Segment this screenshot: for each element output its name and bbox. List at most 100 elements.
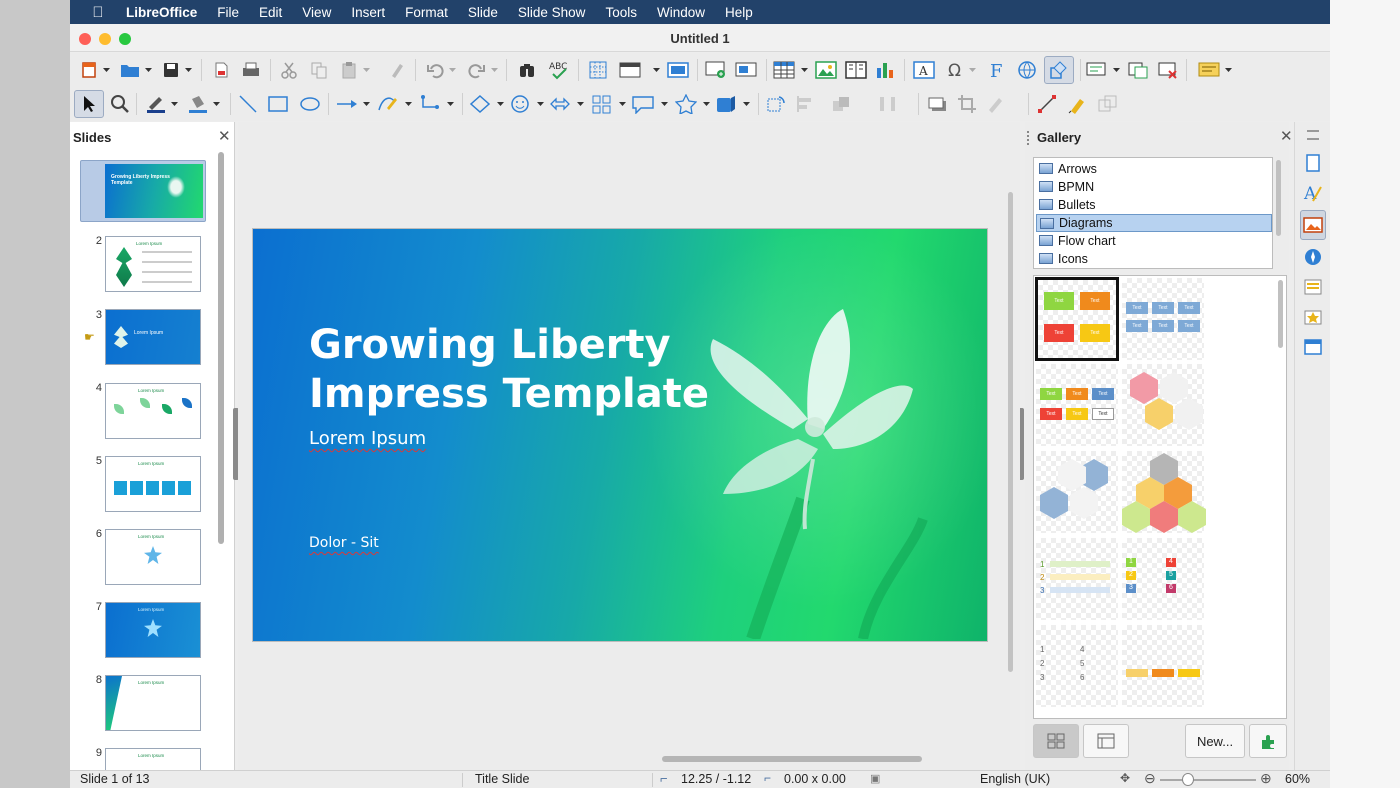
align-objects-icon[interactable]	[794, 91, 818, 117]
gallery-item-numbered-list-a[interactable]: 1 2 3	[1036, 538, 1118, 620]
theme-bullets[interactable]: Bullets	[1036, 196, 1272, 214]
slide-thumbnail-8[interactable]: Lorem Ipsum	[105, 675, 201, 731]
insert-chart-icon[interactable]	[874, 57, 898, 83]
special-character-icon[interactable]: Ω	[944, 57, 968, 83]
menu-window[interactable]: Window	[657, 5, 705, 20]
gallery-item-colored-row[interactable]: Text Text Text Text Text Text	[1036, 364, 1118, 446]
menu-tools[interactable]: Tools	[605, 5, 637, 20]
animation-icon[interactable]	[1300, 304, 1326, 330]
theme-diagrams-selected[interactable]: Diagrams	[1036, 214, 1272, 232]
slide-thumbnail-3[interactable]: Lorem Ipsum	[105, 309, 201, 365]
rectangle-tool-icon[interactable]	[266, 91, 290, 117]
display-grid-icon[interactable]	[586, 57, 610, 83]
fit-slide-icon[interactable]: ✥	[1120, 771, 1130, 785]
slide-layout-status[interactable]: Title Slide	[475, 772, 529, 786]
properties-icon[interactable]	[1300, 150, 1326, 176]
annotation-dropdown-icon[interactable]	[1224, 57, 1232, 83]
shadow-icon[interactable]	[926, 91, 950, 117]
zoom-in-icon[interactable]: ⊕	[1260, 770, 1272, 787]
gallery-items-scrollbar[interactable]	[1278, 280, 1283, 348]
arrow-line-dropdown-icon[interactable]	[362, 91, 370, 117]
slide-thumbnail-7[interactable]: Lorem Ipsum	[105, 602, 201, 658]
save-dropdown-icon[interactable]	[184, 57, 192, 83]
ellipse-tool-icon[interactable]	[298, 91, 322, 117]
comment-icon[interactable]	[1084, 57, 1108, 83]
theme-flow-chart[interactable]: Flow chart	[1036, 232, 1272, 250]
export-pdf-icon[interactable]	[210, 57, 232, 83]
apple-icon[interactable]: 	[70, 4, 126, 21]
gallery-item-colored-labels[interactable]	[1122, 625, 1204, 707]
slide-subtitle[interactable]: Lorem Ipsum	[309, 428, 426, 449]
block-arrows-dropdown-icon[interactable]	[576, 91, 584, 117]
new-dropdown-icon[interactable]	[102, 57, 110, 83]
undo-icon[interactable]	[424, 57, 446, 83]
special-character-dropdown-icon[interactable]	[968, 57, 976, 83]
slide-thumbnail-9[interactable]: Lorem Ipsum	[105, 748, 201, 770]
slide-thumbnail-4[interactable]: Lorem Ipsum	[105, 383, 201, 439]
editor-vertical-scrollbar[interactable]	[1008, 192, 1013, 672]
crop-icon[interactable]	[956, 91, 980, 117]
block-arrows-icon[interactable]	[548, 91, 572, 117]
gallery-item-blue-grid[interactable]: Text Text Text Text Text Text	[1122, 278, 1204, 360]
save-icon[interactable]	[160, 57, 182, 83]
zoom-percentage[interactable]: 60%	[1285, 772, 1310, 786]
slide-footer-text[interactable]: Dolor - Sit	[309, 535, 379, 551]
find-replace-icon[interactable]	[516, 57, 538, 83]
gallery-item-hexagon-cluster[interactable]	[1122, 451, 1206, 533]
slide-title[interactable]: Growing Liberty Impress Template	[309, 321, 829, 419]
gallery-item-hexagons[interactable]	[1122, 364, 1204, 446]
callout-dropdown-icon[interactable]	[660, 91, 668, 117]
callout-shapes-icon[interactable]	[630, 91, 656, 117]
app-menu[interactable]: LibreOffice	[126, 5, 197, 20]
symbol-shapes-icon[interactable]	[508, 91, 532, 117]
new-theme-button[interactable]: New...	[1185, 724, 1245, 758]
paste-icon[interactable]	[338, 57, 360, 83]
extensions-button[interactable]	[1249, 724, 1287, 758]
slides-pane-scrollbar[interactable]	[218, 152, 224, 544]
delete-comment-icon[interactable]	[1156, 57, 1180, 83]
slide-thumbnail-6[interactable]: Lorem Ipsum	[105, 529, 201, 585]
annotation-icon[interactable]	[1196, 57, 1222, 83]
table-dropdown-icon[interactable]	[800, 57, 808, 83]
insert-image-icon[interactable]	[814, 57, 838, 83]
undo-dropdown-icon[interactable]	[448, 57, 456, 83]
cut-icon[interactable]	[278, 57, 300, 83]
zoom-slider-thumb[interactable]	[1182, 773, 1194, 786]
editor-horizontal-scrollbar[interactable]	[662, 756, 922, 762]
document-modified-icon[interactable]: ▣	[870, 772, 880, 785]
slide-canvas[interactable]: Growing Liberty Impress Template Lorem I…	[252, 228, 988, 642]
text-box-icon[interactable]: A	[912, 57, 936, 83]
gallery-item-blue-hexagons[interactable]	[1036, 451, 1118, 533]
print-icon[interactable]	[240, 57, 262, 83]
points-edit-icon[interactable]	[1036, 91, 1060, 117]
zoom-pan-icon[interactable]	[108, 91, 132, 117]
zoom-slider-track[interactable]	[1160, 779, 1256, 781]
redo-dropdown-icon[interactable]	[490, 57, 498, 83]
toggle-extrusion-icon[interactable]	[1096, 91, 1120, 117]
comment-dropdown-icon[interactable]	[1112, 57, 1120, 83]
distribute-icon[interactable]	[876, 91, 900, 117]
fontwork-icon[interactable]: F	[984, 57, 1008, 83]
menu-help[interactable]: Help	[725, 5, 753, 20]
gallery-tab-icon[interactable]	[1300, 210, 1326, 240]
menu-slide-show[interactable]: Slide Show	[518, 5, 586, 20]
detailed-view-button[interactable]	[1083, 724, 1129, 758]
slide-transition-icon[interactable]	[1300, 274, 1326, 300]
theme-list-scrollbar[interactable]	[1276, 160, 1281, 236]
master-slide-icon[interactable]	[666, 57, 690, 83]
slide-thumbnail-2[interactable]: Lorem Ipsum	[105, 236, 201, 292]
theme-icons[interactable]: Icons	[1036, 250, 1272, 268]
curve-dropdown-icon[interactable]	[404, 91, 412, 117]
copy-icon[interactable]	[308, 57, 330, 83]
display-views-dropdown-icon[interactable]	[652, 57, 660, 83]
gallery-item-numbered-grid[interactable]: 1 2 3 4 5 6	[1036, 625, 1118, 707]
gallery-item-numbered-list-b[interactable]: 1 2 3 4 5 6	[1122, 538, 1204, 620]
menu-insert[interactable]: Insert	[351, 5, 385, 20]
clone-formatting-icon[interactable]	[386, 57, 408, 83]
icon-view-button[interactable]	[1033, 724, 1079, 758]
styles-icon[interactable]: A	[1300, 180, 1326, 206]
flowchart-icon[interactable]	[590, 91, 614, 117]
theme-bpmn[interactable]: BPMN	[1036, 178, 1272, 196]
new-slide-icon[interactable]	[704, 57, 728, 83]
basic-shapes-dropdown-icon[interactable]	[496, 91, 504, 117]
